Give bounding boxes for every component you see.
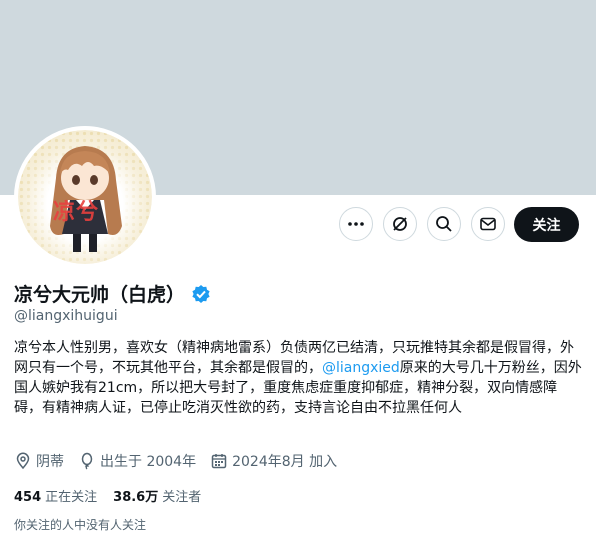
verified-badge-icon[interactable]	[191, 284, 211, 304]
search-icon	[436, 216, 452, 232]
profile-meta: 阴蒂 出生于 2004年 2024年8月 加入	[14, 451, 351, 471]
message-button[interactable]	[471, 207, 505, 241]
grok-icon	[393, 217, 407, 231]
mail-icon	[480, 217, 496, 231]
following-label: 正在关注	[45, 490, 98, 505]
birthday-text: 出生于 2004年	[100, 454, 197, 470]
birthday: 出生于 2004年	[78, 451, 196, 471]
more-button[interactable]	[339, 207, 373, 241]
display-name: 凉兮大元帅（白虎）	[14, 284, 186, 306]
avatar[interactable]: 凉兮	[14, 126, 156, 268]
bio-mention-link[interactable]: @liangxied	[322, 360, 400, 376]
follow-stats: 454 正在关注 38.6万 关注者	[14, 486, 217, 505]
more-icon	[348, 222, 364, 226]
avatar-watermark-text: 凉兮	[53, 200, 100, 225]
search-button[interactable]	[427, 207, 461, 241]
following-link[interactable]: 454 正在关注	[14, 486, 97, 505]
follow-button[interactable]: 关注	[514, 207, 579, 242]
calendar-icon	[211, 454, 227, 469]
handle: @liangxihuigui	[14, 308, 118, 324]
location-text: 阴蒂	[36, 454, 64, 470]
following-count: 454	[14, 490, 42, 505]
followers-link[interactable]: 38.6万 关注者	[113, 486, 201, 505]
avatar-image: 凉兮	[18, 130, 152, 264]
grok-button[interactable]	[383, 207, 417, 241]
followers-label: 关注者	[162, 490, 202, 505]
location-pin-icon	[16, 452, 30, 470]
join-date: 2024年8月 加入	[210, 451, 337, 471]
join-date-text: 2024年8月 加入	[232, 454, 338, 470]
name-row: 凉兮大元帅（白虎）	[14, 280, 211, 307]
bio: 凉兮本人性别男，喜欢女（精神病地雷系）负债两亿已结清，只玩推特其余都是假冒得，外…	[14, 338, 584, 418]
location: 阴蒂	[14, 451, 64, 471]
followers-count: 38.6万	[113, 490, 159, 505]
followed-by-note: 你关注的人中没有人关注	[14, 518, 147, 532]
balloon-icon	[81, 452, 93, 470]
